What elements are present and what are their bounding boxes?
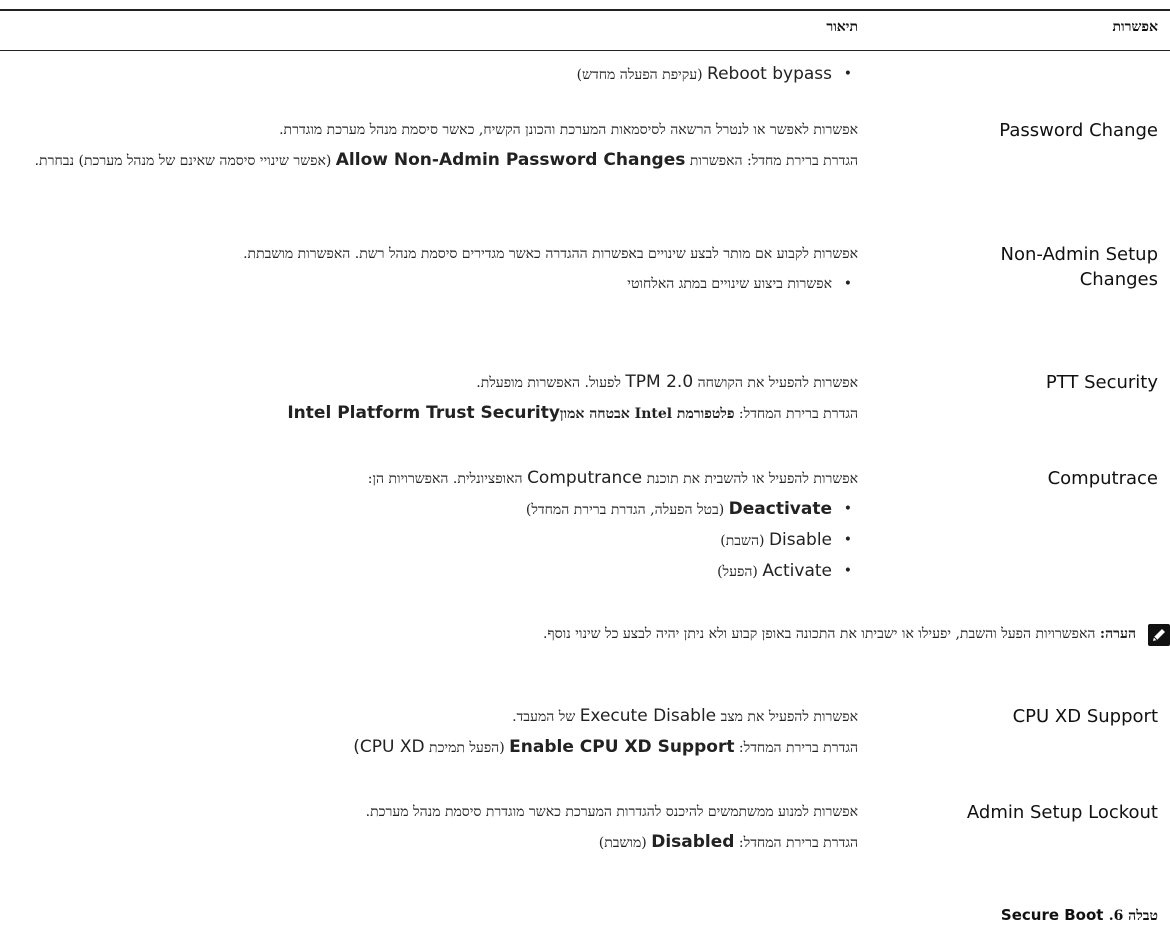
bullet-latin: Reboot bypass bbox=[707, 64, 832, 84]
default-setting: הגדרת ברירת מחדל: האפשרות Allow Non-Admi… bbox=[8, 148, 858, 173]
bullet-hebrew: (השבת) bbox=[720, 533, 765, 549]
list-item: • אפשרות ביצוע שינויים במתג האלחוטי bbox=[627, 276, 852, 292]
text-prefix: אפשרות להפעיל את הקושחה bbox=[697, 375, 858, 391]
row-description: אפשרות לאפשר או לנטרל הרשאה לסיסמאות המע… bbox=[8, 118, 858, 181]
description-text: אפשרות להפעיל את הקושחה TPM 2.0 לפעול. ה… bbox=[8, 370, 858, 395]
description-text: אפשרות להפעיל את מצב Execute Disable של … bbox=[8, 704, 858, 729]
list-item: • Disable (השבת) bbox=[720, 530, 852, 550]
row-description: אפשרות לקבוע אם מותר לבצע שינויים באפשרו… bbox=[8, 242, 858, 302]
text-suffix: לפעול. האפשרות מופעלת. bbox=[476, 375, 621, 391]
text-suffix: האופציונלית. האפשרויות הן: bbox=[367, 471, 523, 487]
description-text: אפשרות לאפשר או לנטרל הרשאה לסיסמאות המע… bbox=[279, 122, 858, 138]
option-name: Computrace bbox=[1047, 468, 1158, 489]
row-description: אפשרות למנוע ממשתמשים להיכנס להגדרות המע… bbox=[8, 800, 858, 863]
default-prefix: הגדרת ברירת המחדל: bbox=[738, 740, 858, 756]
caption-hebrew: טבלה 6. bbox=[1108, 908, 1158, 924]
text-latin: Execute Disable bbox=[579, 706, 717, 726]
table-header-rule bbox=[0, 50, 1170, 51]
table-header: אפשרות תיאור bbox=[0, 19, 1170, 49]
default-suffix-hebrew: (הפעל תמיכת bbox=[429, 740, 505, 756]
default-prefix: הגדרת ברירת המחדל: bbox=[738, 835, 858, 851]
default-setting: הגדרת ברירת המחדל: Enable CPU XD Support… bbox=[8, 735, 858, 760]
list-item: • Activate (הפעל) bbox=[717, 561, 852, 581]
default-suffix-latin: CPU XD) bbox=[353, 737, 425, 757]
header-description: תיאור bbox=[826, 19, 858, 35]
default-value: Allow Non-Admin Password Changes bbox=[335, 150, 686, 170]
note-label: הערה: bbox=[1099, 626, 1136, 642]
caption-latin: Secure Boot bbox=[1000, 906, 1104, 924]
description-text: אפשרות להפעיל או להשבית את תוכנת Computr… bbox=[8, 466, 858, 491]
option-name: Non-Admin Setup Changes bbox=[1000, 244, 1158, 290]
table-caption: טבלה 6. Secure Boot bbox=[1001, 906, 1158, 925]
list-item: • Reboot bypass (עקיפת הפעלה מחדש) bbox=[576, 64, 852, 84]
row-description: אפשרות להפעיל את הקושחה TPM 2.0 לפעול. ה… bbox=[8, 370, 858, 434]
option-name: PTT Security bbox=[1045, 372, 1158, 393]
default-value: Disabled bbox=[651, 832, 735, 852]
text-suffix: של המעבד. bbox=[512, 709, 576, 725]
default-prefix: הגדרת ברירת המחדל: bbox=[738, 406, 858, 422]
default-prefix: הגדרת ברירת מחדל: האפשרות bbox=[689, 153, 858, 169]
note-pencil-icon bbox=[1148, 624, 1170, 646]
row-description: אפשרות להפעיל את מצב Execute Disable של … bbox=[8, 704, 858, 768]
default-value: Enable CPU XD Support bbox=[509, 737, 735, 757]
row-description: אפשרות להפעיל או להשבית את תוכנת Computr… bbox=[8, 466, 858, 590]
default-setting: הגדרת ברירת המחדל: פלטפורמת Intel אבטחה … bbox=[8, 401, 858, 426]
option-name: Admin Setup Lockout bbox=[966, 802, 1158, 823]
description-text: אפשרות לקבוע אם מותר לבצע שינויים באפשרו… bbox=[243, 246, 858, 262]
bullet-latin: Deactivate bbox=[728, 499, 832, 519]
default-value-hebrew: פלטפורמת Intel אבטחה אמון bbox=[559, 406, 735, 422]
default-value: Intel Platform Trust Security bbox=[287, 403, 560, 423]
bullet-hebrew: (עקיפת הפעלה מחדש) bbox=[576, 67, 703, 83]
text-prefix: אפשרות להפעיל או להשבית את תוכנת bbox=[646, 471, 858, 487]
bullet-latin: Disable bbox=[768, 530, 832, 550]
default-setting: הגדרת ברירת המחדל: Disabled (מושבת) bbox=[8, 830, 858, 855]
bullet-hebrew: אפשרות ביצוע שינויים במתג האלחוטי bbox=[627, 276, 832, 292]
text-latin: TPM 2.0 bbox=[625, 372, 694, 392]
bullet-hebrew: (הפעל) bbox=[717, 564, 758, 580]
description-text: אפשרות למנוע ממשתמשים להיכנס להגדרות המע… bbox=[365, 804, 858, 820]
list-item: • Deactivate (בטל הפעלה, הגדרת ברירת המחד… bbox=[525, 499, 852, 519]
option-name: CPU XD Support bbox=[1012, 706, 1158, 727]
row-description: • Reboot bypass (עקיפת הפעלה מחדש) bbox=[8, 62, 858, 93]
bullet-latin: Activate bbox=[762, 561, 832, 581]
default-suffix: (מושבת) bbox=[598, 835, 647, 851]
table-top-rule bbox=[0, 9, 1170, 11]
header-option: אפשרות bbox=[1112, 19, 1158, 35]
note-block: הערה: האפשרויות הפעל והשבת, יפעילו או יש… bbox=[0, 622, 1170, 672]
note-text: הערה: האפשרויות הפעל והשבת, יפעילו או יש… bbox=[16, 622, 1136, 646]
text-prefix: אפשרות להפעיל את מצב bbox=[720, 709, 858, 725]
default-suffix: (אפשר שינויי סיסמה שאינם של מנהל מערכת) … bbox=[34, 153, 332, 169]
bullet-hebrew: (בטל הפעלה, הגדרת ברירת המחדל) bbox=[525, 502, 725, 518]
text-latin: Computrance bbox=[527, 468, 643, 488]
note-body: האפשרויות הפעל והשבת, יפעילו או ישביתו א… bbox=[542, 626, 1096, 642]
option-name: Password Change bbox=[999, 120, 1158, 141]
document-page: אפשרות תיאור • Reboot bypass (עקיפת הפעלה… bbox=[0, 0, 1170, 940]
